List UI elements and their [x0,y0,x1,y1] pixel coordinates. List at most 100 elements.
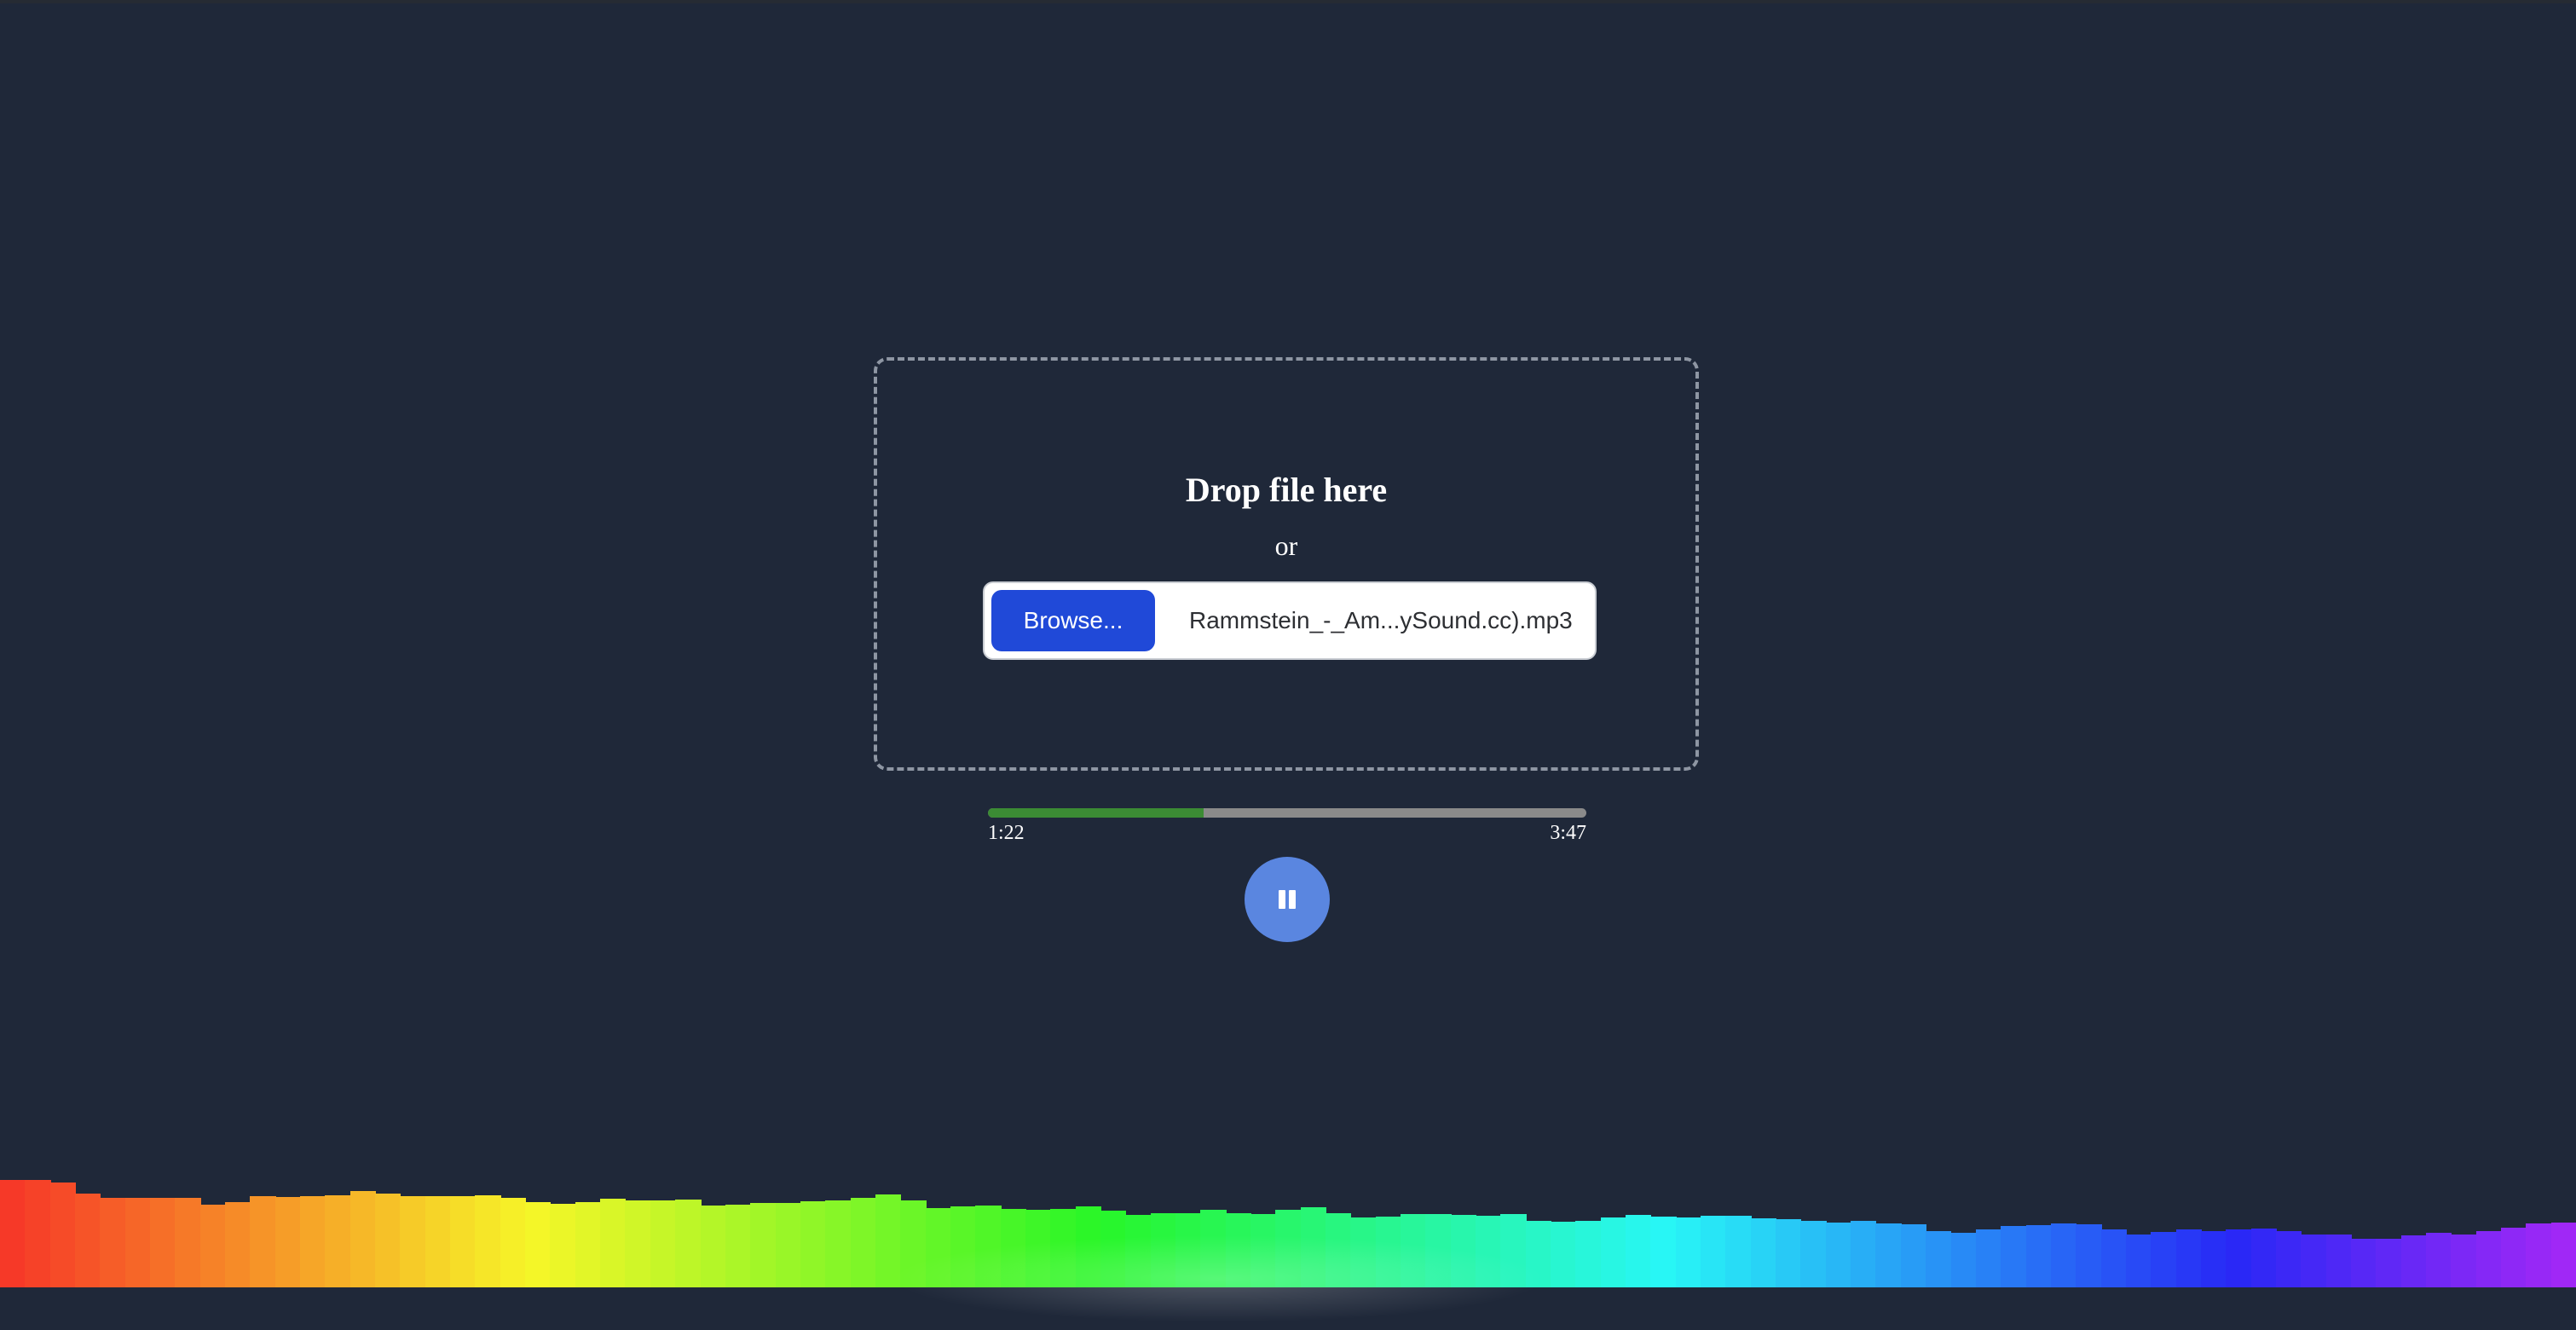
visualizer-bar [1401,1214,1427,1287]
visualizer-bar [1500,1214,1527,1287]
file-input[interactable]: Browse... Rammstein_-_Am...ySound.cc).mp… [983,581,1597,660]
visualizer-bar [2151,1231,2177,1287]
visualizer-bar [25,1180,51,1287]
visualizer-bar [2451,1235,2477,1287]
visualizer-bar [2376,1238,2402,1287]
visualizer-bar [300,1195,326,1287]
visualizer-bar [49,1183,76,1287]
visualizer-bar [1125,1215,1152,1287]
visualizer-bar [1250,1214,1277,1287]
visualizer-bar [725,1205,752,1287]
visualizer-bar [1800,1220,1827,1287]
visualizer-bar [575,1202,602,1287]
visualizer-bar [425,1195,452,1287]
visualizer-bar [75,1194,101,1287]
visualizer-bar [1175,1213,1202,1287]
drop-zone-or-text: or [1274,530,1298,561]
visualizer-bar [2550,1223,2576,1287]
visualizer-bar [400,1195,426,1287]
visualizer-bar [1701,1216,1727,1287]
visualizer-bar [1326,1213,1352,1287]
total-duration: 3:47 [1550,822,1586,844]
visualizer-bar [1150,1213,1176,1287]
visualizer-bar [1450,1215,1477,1287]
visualizer-bar [950,1206,977,1287]
visualizer-bar [250,1195,276,1287]
visualizer-bar [0,1180,26,1287]
visualizer-bar [375,1194,401,1287]
visualizer-bar [100,1197,126,1287]
visualizer-bar [199,1205,227,1287]
visualizer-bar [1650,1217,1677,1287]
visualizer-bar [975,1206,1002,1287]
progress-bar[interactable] [988,808,1586,818]
visualizer-bar [1350,1217,1377,1287]
visualizer-bar [1275,1209,1302,1287]
visualizer-bar [274,1196,302,1287]
visualizer-bar [750,1203,777,1287]
visualizer-bar [625,1200,651,1287]
visualizer-bar [1300,1206,1326,1287]
visualizer-bar [1926,1230,1952,1287]
visualizer-bar [875,1194,902,1287]
visualizer-bar [450,1195,477,1287]
current-time: 1:22 [988,822,1025,844]
visualizer-bar [650,1200,677,1287]
visualizer-bar [825,1200,852,1287]
visualizer-bar [2001,1226,2027,1287]
visualizer-bar [1525,1220,1552,1287]
visualizer-bar [349,1191,377,1287]
visualizer-bar [1825,1223,1852,1287]
browse-button[interactable]: Browse... [991,590,1155,651]
visualizer-bar [2076,1224,2102,1287]
visualizer-bar [2100,1229,2127,1287]
visualizer-bar [2400,1235,2427,1287]
visualizer-bar [1950,1233,1977,1287]
visualizer-bar [2425,1233,2452,1287]
visualizer-bar [1750,1217,1777,1287]
visualizer-bar [1375,1217,1402,1287]
visualizer-bar [325,1194,351,1287]
visualizer-bar [1425,1214,1452,1287]
visualizer-bar [1000,1208,1026,1287]
visualizer-bar [2125,1235,2152,1287]
visualizer-bar [1900,1224,1927,1287]
visualizer-bar [2200,1230,2227,1287]
visualizer-bar [2526,1223,2552,1287]
audio-visualizer [0,1066,2576,1287]
visualizer-bar [1551,1222,1577,1287]
visualizer-bar [1025,1209,1052,1287]
visualizer-bar [1725,1216,1752,1287]
visualizer-bar [675,1199,702,1287]
visualizer-bar [1575,1220,1602,1287]
visualizer-bar [525,1202,552,1287]
progress-fill [988,808,1204,818]
visualizer-bar [2050,1223,2077,1287]
visualizer-bar [2325,1235,2352,1287]
visualizer-bar [2226,1229,2252,1287]
drop-zone[interactable]: Drop file here or Browse... Rammstein_-_… [874,357,1699,771]
visualizer-bar [2175,1229,2202,1287]
visualizer-bar [1225,1213,1251,1287]
visualizer-bar [150,1197,176,1287]
visualizer-bar [1975,1229,2002,1287]
visualizer-bar [550,1204,576,1287]
visualizer-bar [2025,1225,2052,1287]
visualizer-bar [1100,1211,1127,1287]
visualizer-bar [2250,1228,2277,1287]
visualizer-bar [225,1202,251,1287]
drop-zone-title: Drop file here [1185,471,1388,509]
play-pause-button[interactable] [1245,857,1330,942]
visualizer-bar [1050,1208,1077,1287]
visualizer-bar [1776,1218,1802,1287]
pause-icon [1279,890,1285,909]
visualizer-bar [900,1200,927,1287]
visualizer-bar [1075,1206,1101,1287]
visualizer-bar [600,1198,627,1287]
visualizer-bar [775,1203,801,1287]
visualizer-bar [500,1197,527,1287]
visualizer-bar [175,1197,201,1287]
visualizer-bar [1200,1209,1227,1287]
visualizer-bar [850,1197,876,1287]
pause-icon-bar [1289,890,1296,909]
